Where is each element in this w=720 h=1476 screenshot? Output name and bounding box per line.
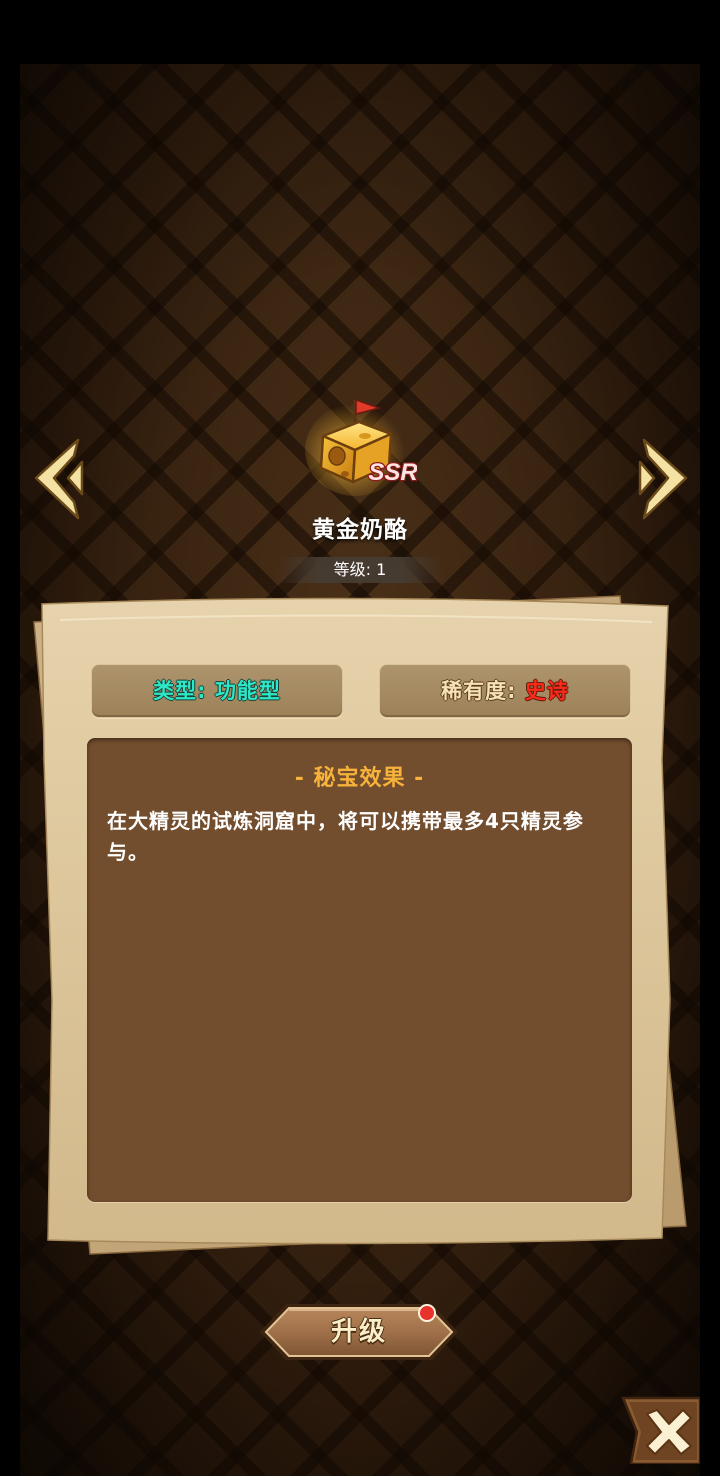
chevron-left-icon	[34, 438, 84, 520]
rarity-label: 稀有度:	[441, 679, 525, 703]
prev-item-button[interactable]	[30, 434, 90, 524]
rarity-value: 史诗	[524, 679, 569, 703]
effect-description: 在大精灵的试炼洞窟中，将可以携带最多4只精灵参与。	[107, 809, 584, 864]
golden-cheese-icon: SSR	[305, 398, 417, 496]
level-indicator: 等级: 1	[278, 557, 442, 583]
ssr-badge: SSR	[368, 459, 417, 486]
next-item-button[interactable]	[632, 434, 692, 524]
notification-dot	[418, 1304, 436, 1322]
rarity-badge: 稀有度: 史诗	[379, 664, 631, 718]
type-value: 功能型	[214, 679, 281, 703]
item-name: 黄金奶酪	[312, 517, 408, 543]
screen: SSR 黄金奶酪 等级: 1 类型: 功能型 稀有度: 史诗 - 秘宝效果 - …	[0, 0, 720, 1476]
chevron-right-icon	[638, 438, 688, 520]
effect-panel: - 秘宝效果 - 在大精灵的试炼洞窟中，将可以携带最多4只精灵参与。	[87, 738, 632, 1202]
close-button[interactable]	[621, 1396, 702, 1466]
type-label: 类型:	[153, 679, 215, 703]
type-badge: 类型: 功能型	[91, 664, 343, 718]
effect-title: - 秘宝效果 -	[294, 766, 425, 791]
